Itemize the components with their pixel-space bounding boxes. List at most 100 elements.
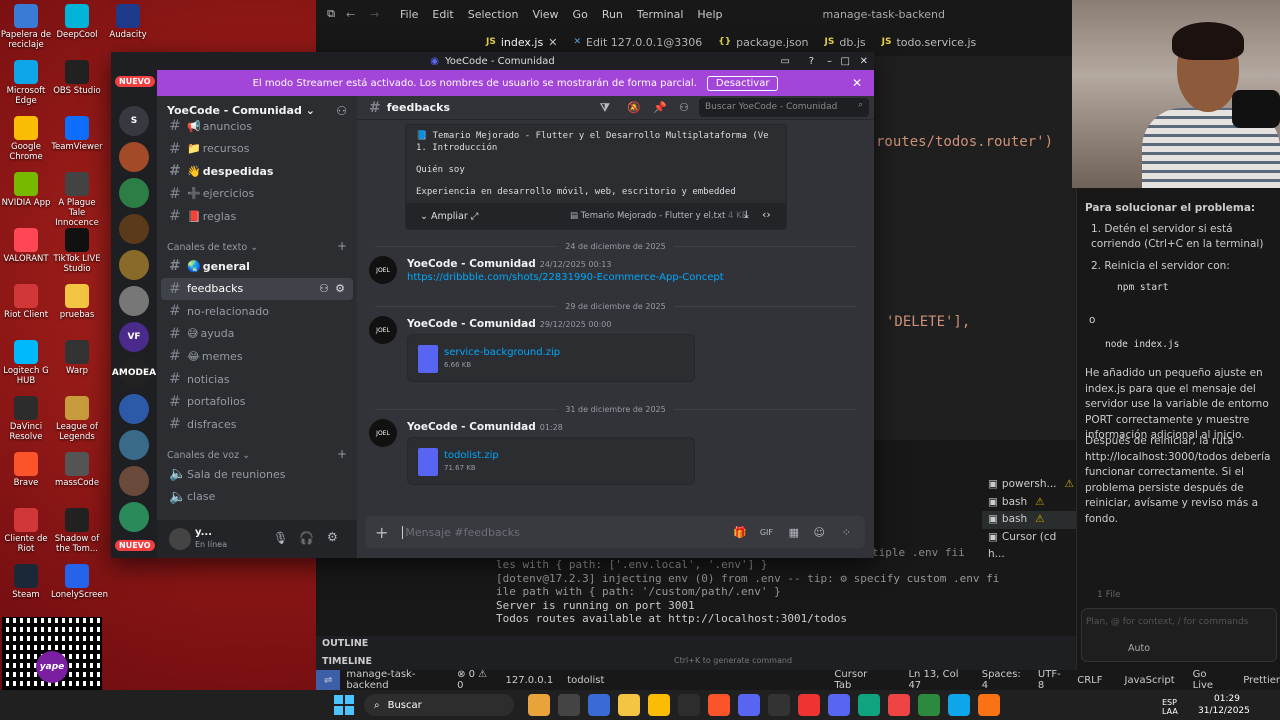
add-voice-channel-icon[interactable]: + — [337, 447, 347, 461]
server-icon[interactable] — [119, 286, 149, 316]
desktop-icon[interactable]: LonelyScreen — [51, 564, 108, 601]
server-icon[interactable] — [119, 502, 149, 532]
channel-settings-icon[interactable]: ⚙ — [335, 282, 345, 295]
github-icon[interactable] — [768, 694, 790, 716]
message-author[interactable]: YoeCode - Comunidad — [407, 318, 536, 330]
message-author[interactable]: YoeCode - Comunidad — [407, 258, 536, 270]
server-icon[interactable] — [119, 466, 149, 496]
status-host[interactable]: 127.0.0.1 — [506, 675, 554, 686]
text-channels-category[interactable]: Canales de texto ⌄ — [167, 242, 258, 253]
server-icon[interactable] — [119, 142, 149, 172]
status-spaces[interactable]: Spaces: 4 — [982, 669, 1024, 691]
desktop-icon[interactable]: Google Chrome — [0, 116, 52, 163]
desktop-icon[interactable]: Shadow of the Tom... — [51, 508, 103, 555]
menu-item-run[interactable]: Run — [602, 8, 623, 21]
chatgpt-icon[interactable] — [858, 694, 880, 716]
server-icon[interactable] — [119, 430, 149, 460]
message-link[interactable]: https://dribbble.com/shots/22831990-Ecom… — [407, 272, 724, 283]
channel-reglas[interactable]: # 📕 reglas — [161, 205, 353, 227]
taskbar-search[interactable]: ⌕ Buscar — [364, 694, 514, 716]
voice-channels-category[interactable]: Canales de voz ⌄ — [167, 450, 250, 461]
menu-item-selection[interactable]: Selection — [468, 8, 519, 21]
clock-time[interactable]: 01:29 — [1214, 694, 1240, 704]
status-golive[interactable]: Go Live — [1193, 669, 1226, 691]
desktop-icon[interactable]: DaVinci Resolve — [0, 396, 52, 443]
desktop-icon[interactable]: Cliente de Riot — [0, 508, 52, 555]
menu-item-edit[interactable]: Edit — [432, 8, 453, 21]
attachment-name[interactable]: service-background.zip — [444, 347, 560, 358]
desktop-icon[interactable]: League of Legends — [51, 396, 103, 443]
channel-memes[interactable]: # 😂 memes — [161, 345, 353, 367]
search-input[interactable]: Buscar YoeCode - Comunidad ⌕ — [699, 98, 869, 117]
channel-clase[interactable]: 🔈 clase — [161, 486, 353, 508]
app-icon[interactable] — [888, 694, 910, 716]
terminal-session[interactable]: ▣ bash ⚠ — [982, 511, 1076, 529]
sticker-icon[interactable]: ▦ — [789, 526, 799, 539]
desktop-icon[interactable]: Audacity — [102, 4, 154, 41]
help-icon[interactable]: ? — [809, 56, 814, 67]
notes-icon[interactable] — [918, 694, 940, 716]
channel-ayuda[interactable]: # 😅 ayuda — [161, 323, 353, 345]
code-view-icon[interactable]: ‹› — [762, 208, 771, 221]
desktop-icon[interactable]: VALORANT — [0, 228, 52, 265]
desktop-icon[interactable]: NVIDIA App — [0, 172, 52, 209]
author-avatar[interactable]: JOEL — [369, 316, 397, 344]
channel-no-relacionado[interactable]: # no-relacionado — [161, 300, 353, 322]
headphones-icon[interactable]: 🎧 — [299, 531, 314, 545]
message-author[interactable]: YoeCode - Comunidad — [407, 421, 536, 433]
desktop-icon[interactable]: Logitech G HUB — [0, 340, 52, 387]
desktop-icon[interactable]: A Plague Tale Innocence — [51, 172, 103, 228]
banner-close-icon[interactable]: ✕ — [852, 76, 862, 90]
terminal-session[interactable]: ▣ bash ⚠ — [982, 494, 1076, 512]
editor-tab[interactable]: JS index.js ✕ — [486, 36, 557, 49]
attachment-name[interactable]: todolist.zip — [444, 450, 499, 461]
task-view-icon[interactable] — [558, 694, 580, 716]
threads-icon[interactable]: ⧩ — [600, 101, 610, 115]
microphone-icon[interactable]: 🎙 — [273, 531, 288, 545]
deactivate-button[interactable]: Desactivar — [706, 75, 779, 91]
desktop-icon[interactable]: TikTok LIVE Studio — [51, 228, 103, 275]
desktop-icon[interactable]: DeepCool — [51, 4, 103, 41]
remote-icon[interactable]: ⇌ — [316, 670, 341, 690]
menu-item-file[interactable]: File — [400, 8, 418, 21]
server-icon[interactable]: AMODEA — [112, 358, 156, 388]
server-icon[interactable] — [119, 250, 149, 280]
terminal-session[interactable]: ▣ powersh... ⚠ — [982, 476, 1076, 494]
editor-tab[interactable]: {} package.json — [718, 36, 808, 49]
desktop-icon[interactable]: Microsoft Edge — [0, 60, 52, 107]
apps-icon[interactable]: ⁘ — [842, 526, 851, 539]
desktop-icon[interactable]: pruebas — [51, 284, 103, 321]
gif-icon[interactable]: GIF — [760, 528, 773, 537]
timeline-section[interactable]: TIMELINE — [322, 656, 372, 667]
status-position[interactable]: Ln 13, Col 47 — [908, 669, 965, 691]
menu-item-terminal[interactable]: Terminal — [637, 8, 684, 21]
channel-portafolios[interactable]: # portafolios — [161, 391, 353, 413]
server-icon[interactable] — [119, 178, 149, 208]
chrome-icon[interactable] — [648, 694, 670, 716]
message-input[interactable]: + Mensaje #feedbacks 🎁 GIF ▦ ☺ ⁘ — [365, 516, 865, 548]
status-prettier[interactable]: Prettier — [1243, 675, 1280, 686]
add-text-channel-icon[interactable]: + — [337, 239, 347, 253]
outline-section[interactable]: OUTLINE — [322, 638, 368, 649]
start-button[interactable] — [334, 695, 354, 715]
channel-sala-de-reuniones[interactable]: 🔈 Sala de reuniones — [161, 463, 353, 485]
add-attachment-icon[interactable]: + — [375, 523, 388, 542]
desktop-icon[interactable]: massCode — [51, 452, 103, 489]
lang-indicator[interactable]: ESP — [1162, 698, 1177, 707]
status-language[interactable]: JavaScript — [1125, 675, 1175, 686]
status-encoding[interactable]: UTF-8 — [1038, 669, 1063, 691]
menu-item-help[interactable]: Help — [697, 8, 722, 21]
download-icon[interactable]: ⤓ — [744, 208, 749, 222]
channel-general[interactable]: # 🌏 general — [161, 255, 353, 277]
channel-recursos[interactable]: # 📁 recursos — [161, 138, 353, 160]
channel-feedbacks[interactable]: # feedbacks ⚇ ⚙ — [161, 277, 353, 300]
desktop-icon[interactable]: Papelera de reciclaje — [0, 4, 52, 51]
chat-input[interactable]: Plan, @ for context, / for commands Auto — [1081, 608, 1277, 662]
tab-close-icon[interactable]: ✕ — [548, 36, 557, 49]
status-cursor-tab[interactable]: Cursor Tab — [834, 669, 880, 691]
gift-icon[interactable]: 🎁 — [733, 526, 747, 539]
tiktok-icon[interactable] — [798, 694, 820, 716]
desktop-icon[interactable]: Brave — [0, 452, 52, 489]
postman-icon[interactable] — [978, 694, 1000, 716]
editor-tab[interactable]: JS db.js — [825, 36, 866, 49]
